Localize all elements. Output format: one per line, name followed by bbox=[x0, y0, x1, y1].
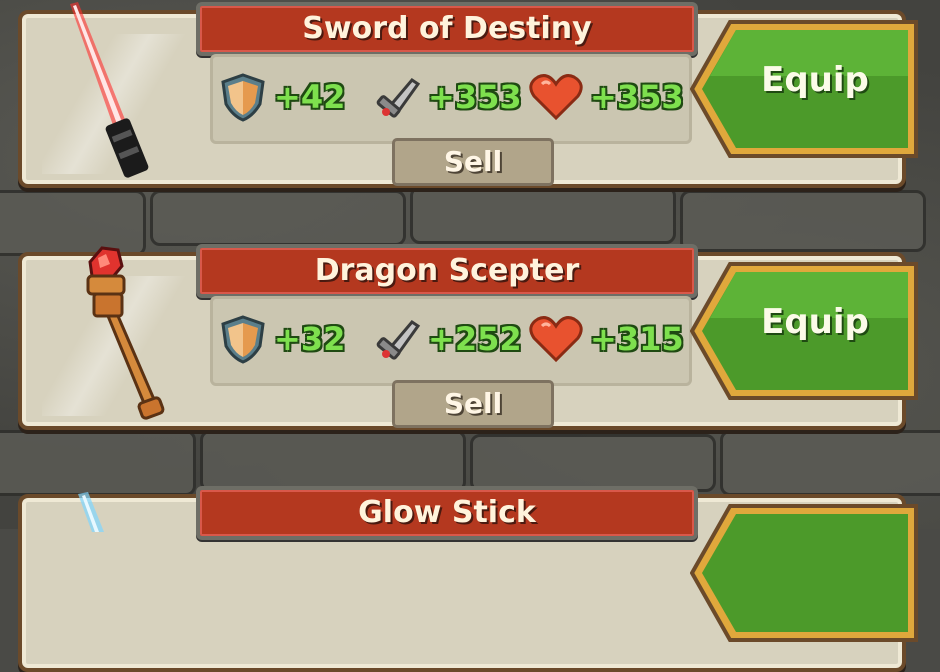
wall-stone bbox=[680, 190, 926, 252]
equip-button[interactable]: Equip bbox=[689, 16, 920, 162]
wall-stone bbox=[470, 434, 716, 492]
item-title: Dragon Scepter bbox=[196, 244, 698, 298]
item-title: Glow Stick bbox=[196, 486, 698, 540]
heart-icon bbox=[529, 74, 583, 121]
shield-icon bbox=[221, 315, 265, 364]
red-lightsaber-icon bbox=[70, 2, 149, 178]
heart-icon bbox=[529, 316, 583, 363]
item-title: Sword of Destiny bbox=[196, 2, 698, 56]
wall-stone bbox=[200, 430, 466, 492]
attack-value: +353 bbox=[428, 78, 522, 116]
broken-sword-icon bbox=[376, 320, 421, 360]
health-value: +353 bbox=[590, 78, 684, 116]
item-card: Dragon Scepter +32 +252 +315 Sell Equip bbox=[18, 244, 920, 430]
sell-button[interactable]: Sell bbox=[392, 380, 554, 428]
health-stat: +353 bbox=[528, 72, 684, 122]
item-card: Glow Stick bbox=[18, 486, 920, 672]
attack-stat: +353 bbox=[372, 72, 522, 122]
broken-sword-icon bbox=[376, 78, 421, 118]
equip-button[interactable]: Equip bbox=[689, 258, 920, 404]
armor-value: +32 bbox=[274, 320, 346, 358]
shield-icon bbox=[221, 73, 265, 122]
blue-glow-stick-icon bbox=[78, 492, 104, 532]
equip-label: Equip bbox=[761, 60, 869, 100]
item-card: Sword of Destiny +42 +353 +353 Sell Equi… bbox=[18, 2, 920, 188]
attack-value: +252 bbox=[428, 320, 522, 358]
dragon-scepter-icon bbox=[86, 246, 165, 420]
armor-value: +42 bbox=[274, 78, 346, 116]
equip-button-shape bbox=[689, 504, 918, 642]
armor-stat: +42 bbox=[218, 72, 345, 122]
health-value: +315 bbox=[590, 320, 684, 358]
equip-label: Equip bbox=[761, 302, 869, 342]
armor-stat: +32 bbox=[218, 314, 345, 364]
health-stat: +315 bbox=[528, 314, 684, 364]
wall-stone bbox=[150, 190, 406, 246]
attack-stat: +252 bbox=[372, 314, 522, 364]
equip-button[interactable] bbox=[689, 500, 920, 646]
sell-button[interactable]: Sell bbox=[392, 138, 554, 186]
wall-stone bbox=[410, 186, 676, 244]
